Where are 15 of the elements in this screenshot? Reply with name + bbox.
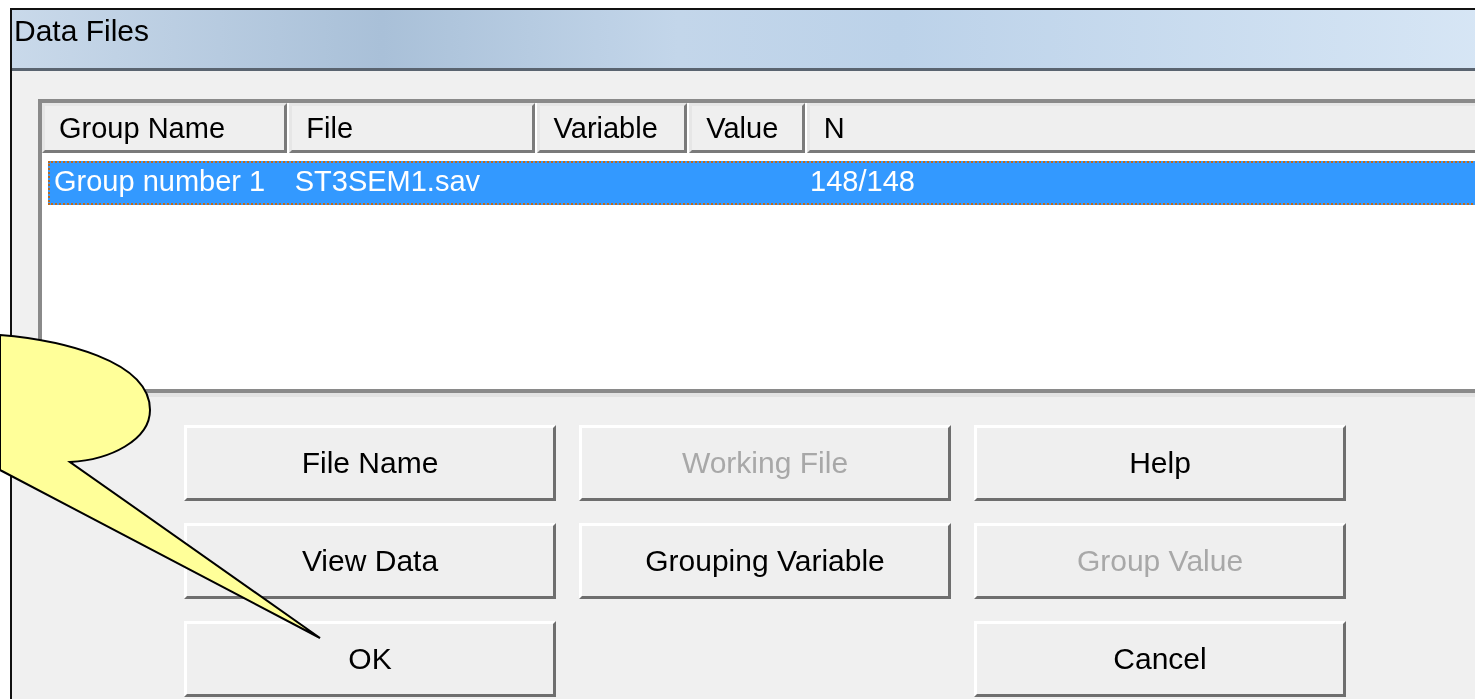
column-header[interactable]: Group Name [42,103,288,153]
column-header[interactable]: Variable [536,103,688,153]
dialog-button[interactable]: View Data [184,523,556,599]
dialog-button[interactable]: Cancel [974,621,1346,697]
dialog-button[interactable]: Help [974,425,1346,501]
column-header[interactable]: N [806,103,1475,153]
dialog-button[interactable]: Grouping Variable [579,523,951,599]
dialog-button[interactable]: OK [184,621,556,697]
dialog-button[interactable]: File Name [184,425,556,501]
table-cell-text: 148/148 [809,164,916,199]
window-title: Data Files [14,14,150,48]
column-header[interactable]: Value [689,103,805,153]
table-cell-text: Group number 1 [53,164,267,199]
table-cell-text: ST3SEM1.sav [293,164,482,199]
column-header[interactable]: File [289,103,535,153]
